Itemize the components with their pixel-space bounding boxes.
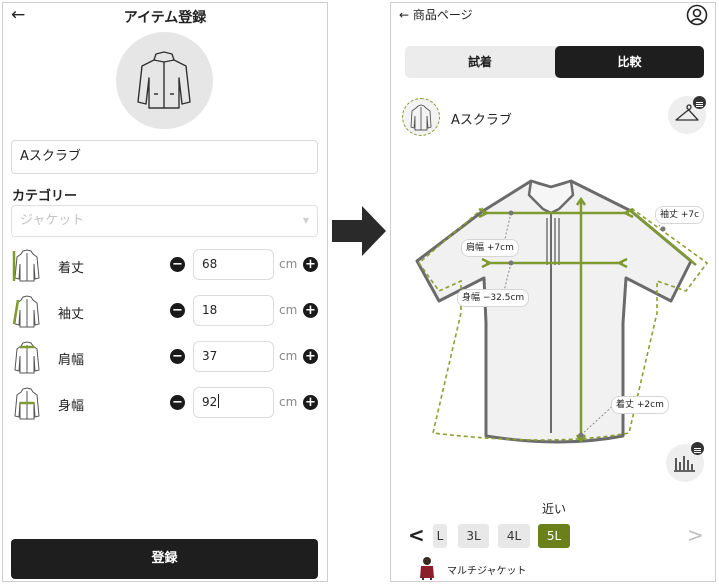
measurement-label: 肩幅 — [58, 353, 85, 368]
measurement-row-shoulder: 肩幅 − 37 cm + — [3, 340, 327, 374]
shoulder-diff-label: 肩幅 +7cm — [461, 239, 519, 257]
tab-bar: 試着 比較 — [405, 46, 704, 78]
category-label: カテゴリー — [12, 189, 78, 204]
item-photo-placeholder[interactable] — [116, 32, 213, 129]
settings-badge-icon — [691, 442, 704, 455]
decrement-button[interactable]: − — [170, 349, 185, 364]
size-chip-3l[interactable]: 3L — [458, 524, 489, 548]
unit-label: cm — [279, 395, 298, 409]
jacket-length-icon — [12, 249, 40, 282]
sleeve-diff-label: 袖丈 +7c — [655, 206, 705, 224]
jacket-icon — [137, 51, 191, 109]
product-compare-screen: ← 商品ページ 試着 比較 Aスクラブ 袖丈 +7c 肩幅 +7cm 身幅 −3… — [390, 2, 716, 582]
increment-button[interactable]: + — [303, 303, 318, 318]
item-thumbnail[interactable] — [402, 98, 440, 136]
size-prev-button[interactable]: < — [408, 523, 425, 547]
item-registration-screen: ← アイテム登録 Aスクラブ カテゴリー ジャケット ▼ 着丈 − 68 cm … — [2, 2, 328, 582]
measurement-label: 身幅 — [58, 399, 85, 414]
size-chip-l[interactable]: L — [433, 524, 447, 548]
measurement-row-length: 着丈 − 68 cm + — [3, 248, 327, 282]
size-next-button[interactable]: > — [687, 523, 704, 547]
increment-button[interactable]: + — [303, 395, 318, 410]
measurement-input[interactable]: 68 — [193, 249, 274, 280]
decrement-button[interactable]: − — [170, 303, 185, 318]
measurement-input[interactable]: 18 — [193, 295, 274, 326]
unit-label: cm — [279, 257, 298, 271]
size-chip-4l[interactable]: 4L — [498, 524, 530, 548]
category-select[interactable]: ジャケット ▼ — [11, 205, 318, 237]
flow-arrow-icon — [332, 206, 386, 256]
measurement-label: 着丈 — [58, 261, 85, 276]
brand-name: マルチジャケット — [447, 566, 527, 577]
dropdown-caret-icon: ▼ — [302, 216, 309, 225]
jacket-icon — [410, 104, 432, 131]
text-cursor — [218, 394, 220, 408]
unit-label: cm — [279, 349, 298, 363]
jacket-sleeve-icon — [12, 295, 40, 328]
back-link[interactable]: ← 商品ページ — [399, 6, 473, 23]
user-circle-icon[interactable] — [686, 4, 708, 26]
size-chip-5l[interactable]: 5L — [538, 524, 570, 548]
page-title: アイテム登録 — [123, 10, 207, 26]
measurement-value: 92 — [202, 395, 218, 409]
person-avatar-icon — [420, 557, 434, 580]
fit-indicator-label: 近い — [541, 502, 566, 516]
chest-diff-label: 身幅 −32.5cm — [457, 289, 530, 307]
measurement-row-sleeve: 袖丈 − 18 cm + — [3, 294, 327, 328]
jacket-shoulder-icon — [14, 341, 40, 374]
increment-button[interactable]: + — [303, 349, 318, 364]
register-button[interactable]: 登録 — [11, 539, 318, 579]
unit-label: cm — [279, 303, 298, 317]
measurement-row-chest: 身幅 − 92 cm + — [3, 386, 327, 420]
decrement-button[interactable]: − — [170, 257, 185, 272]
settings-badge-icon — [693, 96, 706, 109]
length-diff-label: 着丈 +2cm — [611, 396, 669, 414]
measurement-label: 袖丈 — [58, 307, 85, 322]
chart-settings-button[interactable] — [666, 442, 704, 482]
jacket-chest-icon — [14, 387, 40, 420]
item-name-field[interactable]: Aスクラブ — [11, 140, 318, 174]
increment-button[interactable]: + — [303, 257, 318, 272]
tab-try-on[interactable]: 試着 — [405, 46, 555, 78]
category-placeholder: ジャケット — [20, 213, 85, 228]
hanger-settings-button[interactable] — [668, 96, 706, 134]
measurement-input[interactable]: 37 — [193, 341, 274, 372]
measurement-input[interactable]: 92 — [193, 387, 274, 418]
item-name: Aスクラブ — [451, 113, 512, 128]
decrement-button[interactable]: − — [170, 395, 185, 410]
tab-compare[interactable]: 比較 — [555, 46, 704, 78]
